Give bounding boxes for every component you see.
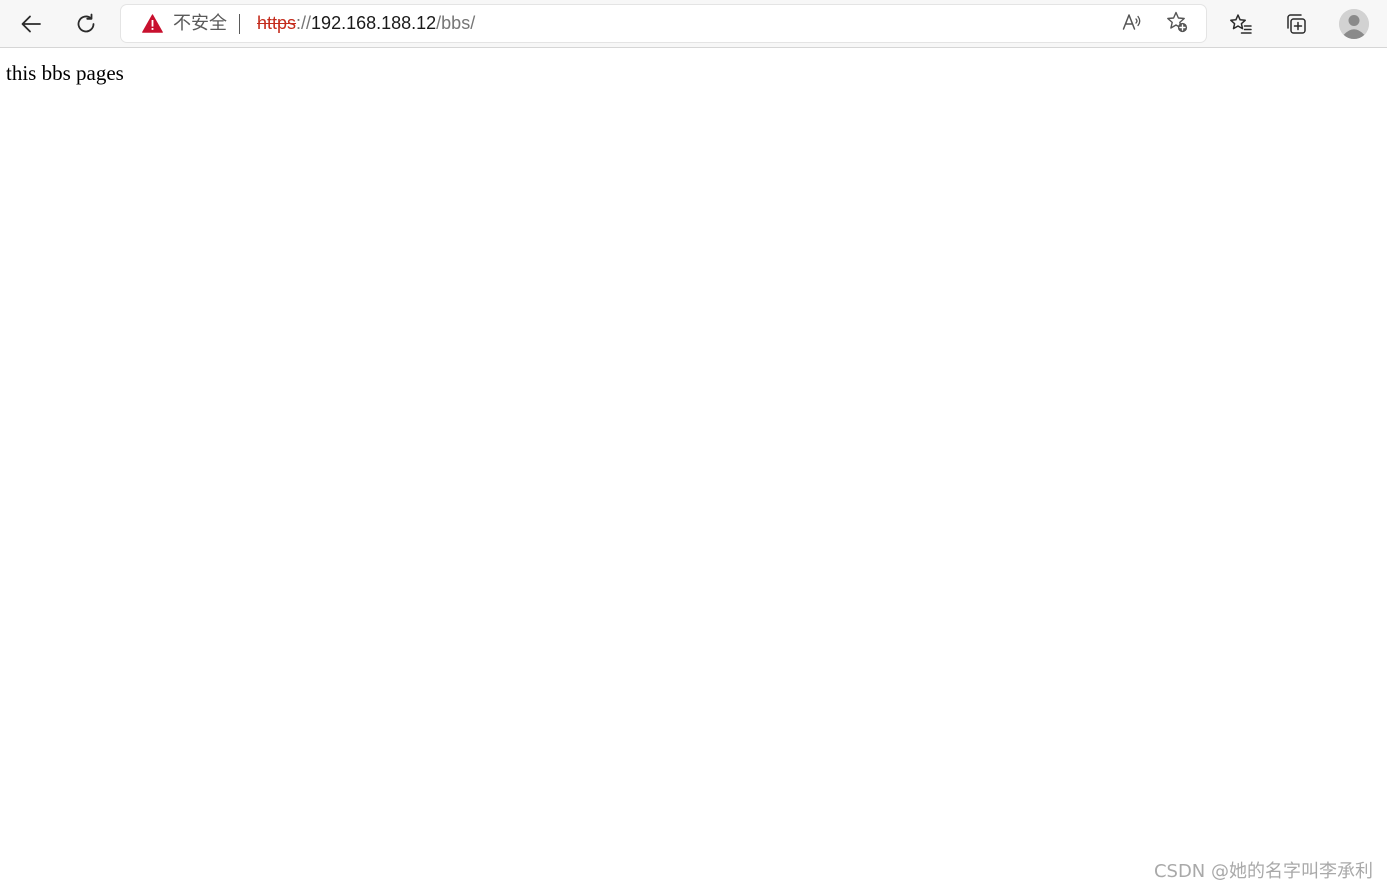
- address-separator: [239, 14, 240, 34]
- add-favorite-button[interactable]: [1164, 11, 1190, 37]
- refresh-button[interactable]: [68, 6, 104, 42]
- security-status-label[interactable]: 不安全: [173, 13, 227, 34]
- arrow-left-icon: [19, 12, 43, 36]
- profile-avatar-icon: [1339, 9, 1369, 39]
- url-slashes: ://: [296, 13, 312, 33]
- read-aloud-icon: [1121, 11, 1143, 38]
- address-bar[interactable]: 不安全 https://192.168.188.12/bbs/: [121, 5, 1206, 42]
- collections-button[interactable]: [1278, 6, 1314, 42]
- refresh-icon: [74, 12, 98, 36]
- page-body-text: this bbs pages: [6, 61, 124, 85]
- browser-toolbar: 不安全 https://192.168.188.12/bbs/: [0, 0, 1387, 48]
- read-aloud-button[interactable]: [1119, 11, 1145, 37]
- watermark-text: CSDN @她的名字叫李承利: [1153, 861, 1373, 882]
- url-scheme: https: [257, 13, 297, 33]
- url-host: 192.168.188.12: [311, 13, 437, 33]
- back-button[interactable]: [13, 6, 49, 42]
- url-path: /bbs/: [436, 13, 476, 33]
- warning-triangle-icon[interactable]: [142, 14, 163, 33]
- favorites-button[interactable]: [1223, 6, 1259, 42]
- profile-button[interactable]: [1339, 9, 1369, 39]
- favorites-list-icon: [1229, 12, 1253, 36]
- url-text[interactable]: https://192.168.188.12/bbs/: [257, 13, 475, 34]
- add-favorite-icon: [1165, 10, 1189, 39]
- collections-icon: [1284, 12, 1308, 36]
